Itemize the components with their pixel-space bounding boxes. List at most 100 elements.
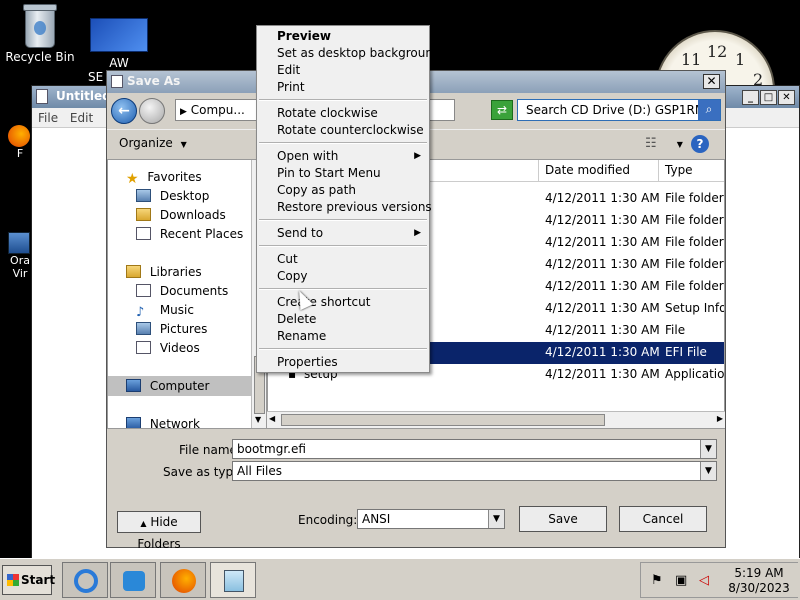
close-icon[interactable]: ✕ <box>778 90 795 105</box>
menu-item-rename[interactable]: Rename <box>277 329 326 343</box>
menu-item-copy-path[interactable]: Copy as path <box>277 183 356 197</box>
nav-scroll-down-icon[interactable]: ▼ <box>255 415 261 424</box>
scroll-left-icon[interactable]: ◀ <box>269 414 275 423</box>
nav-desktop[interactable]: Desktop <box>136 189 209 203</box>
star-icon: ★ <box>126 171 139 187</box>
nav-videos[interactable]: Videos <box>136 341 200 355</box>
notepad-icon <box>36 89 48 104</box>
aw-sublabel: SE <box>88 70 104 84</box>
menu-item-rotate-cw[interactable]: Rotate clockwise <box>277 106 378 120</box>
file-name-input[interactable]: bootmgr.efi ▼ <box>232 439 717 459</box>
menu-item-create-shortcut[interactable]: Create shortcut <box>277 295 370 309</box>
refresh-icon[interactable]: ⇄ <box>491 100 513 120</box>
firefox-desktop-icon[interactable]: F <box>8 125 32 160</box>
virtualbox-edge-label-2: Vir <box>12 267 28 280</box>
organize-label: Organize <box>119 136 173 150</box>
dialog-icon <box>111 75 123 88</box>
save-as-type-dropdown-icon[interactable]: ▼ <box>700 462 716 480</box>
row-type: File <box>665 323 686 337</box>
recent-places-icon <box>136 227 151 240</box>
menu-item-edit[interactable]: Edit <box>277 63 300 77</box>
menu-item-cut[interactable]: Cut <box>277 252 298 266</box>
action-center-flag-icon[interactable]: ⚑ <box>651 573 663 588</box>
firefox-icon <box>172 569 196 593</box>
menu-item-properties[interactable]: Properties <box>277 355 338 369</box>
nav-music-label: Music <box>159 303 194 317</box>
taskbar-media-player[interactable] <box>110 562 156 598</box>
menu-separator <box>259 219 427 221</box>
row-date: 4/12/2011 1:30 AM <box>545 235 660 249</box>
hide-folders-button[interactable]: ▲ Hide Folders <box>117 511 201 551</box>
aw-image-icon <box>90 18 148 52</box>
videos-icon <box>136 341 151 354</box>
file-name-dropdown-icon[interactable]: ▼ <box>700 440 716 458</box>
menu-item-print[interactable]: Print <box>277 80 305 94</box>
menu-item-send-to[interactable]: Send to <box>277 226 323 240</box>
taskbar-notepad[interactable] <box>210 562 256 598</box>
nav-pictures[interactable]: Pictures <box>136 322 207 336</box>
network-tray-icon[interactable]: ▣ <box>675 573 687 588</box>
nav-documents[interactable]: Documents <box>136 284 228 298</box>
nav-recent-places[interactable]: Recent Places <box>136 227 243 241</box>
submenu-arrow-icon: ▶ <box>414 228 421 238</box>
start-label: Start <box>21 573 56 587</box>
row-type: File folder <box>665 279 724 293</box>
start-button[interactable]: Start <box>2 565 56 595</box>
dialog-close-icon[interactable]: ✕ <box>703 74 720 89</box>
view-options-button[interactable]: ☷ ▼ <box>645 136 683 151</box>
menu-item-copy[interactable]: Copy <box>277 269 307 283</box>
nav-libraries[interactable]: Libraries <box>126 265 202 279</box>
search-icon[interactable]: ⌕ <box>698 100 720 120</box>
menu-item-pin-start[interactable]: Pin to Start Menu <box>277 166 381 180</box>
menu-item-open-with[interactable]: Open with <box>277 149 338 163</box>
hscroll-thumb[interactable] <box>281 414 605 426</box>
encoding-select[interactable]: ANSI ▼ <box>357 509 505 529</box>
menu-item-preview[interactable]: Preview <box>277 29 331 43</box>
recycle-bin-desktop-icon[interactable]: Recycle Bin <box>0 4 80 64</box>
nav-downloads[interactable]: Downloads <box>136 208 226 222</box>
nav-music[interactable]: ♪ Music <box>136 303 194 320</box>
back-arrow-icon[interactable]: ← <box>111 98 137 124</box>
virtualbox-desktop-icon[interactable]: Ora Vir <box>8 232 32 280</box>
menu-item-delete[interactable]: Delete <box>277 312 316 326</box>
volume-muted-icon[interactable]: ◁ <box>699 573 709 588</box>
maximize-icon[interactable]: □ <box>760 90 777 105</box>
col-date-modified-header[interactable]: Date modified <box>539 160 659 182</box>
cancel-button[interactable]: Cancel <box>619 506 707 532</box>
file-list-hscrollbar[interactable]: ◀ ▶ <box>267 411 725 428</box>
notepad-icon <box>224 570 244 592</box>
tray-date: 8/30/2023 <box>728 581 790 595</box>
encoding-dropdown-icon[interactable]: ▼ <box>488 510 504 528</box>
desktop-icon <box>136 189 151 202</box>
save-as-type-value: All Files <box>237 464 283 478</box>
save-as-type-select[interactable]: All Files ▼ <box>232 461 717 481</box>
nav-recent-places-label: Recent Places <box>159 227 244 241</box>
menu-item-restore-versions[interactable]: Restore previous versions <box>277 200 432 214</box>
col-type-header[interactable]: Type <box>659 160 724 182</box>
scroll-right-icon[interactable]: ▶ <box>717 414 723 423</box>
address-dropdown-icon[interactable]: ▶ <box>180 107 187 117</box>
save-button[interactable]: Save <box>519 506 607 532</box>
search-input[interactable]: Search CD Drive (D:) GSP1RM... ⌕ <box>517 99 721 121</box>
help-icon[interactable]: ? <box>691 135 709 153</box>
address-text: Compu... <box>190 103 245 117</box>
recycle-bin-icon <box>23 4 57 48</box>
forward-arrow-icon[interactable] <box>139 98 165 124</box>
organize-button[interactable]: Organize ▼ <box>119 136 187 150</box>
aw-desktop-icon[interactable]: AW <box>79 18 159 70</box>
minimize-icon[interactable]: _ <box>742 90 759 105</box>
nav-computer[interactable]: Computer <box>108 376 251 396</box>
context-menu: Preview Set as desktop background Edit P… <box>256 25 441 373</box>
libraries-icon <box>126 265 141 278</box>
nav-favorites[interactable]: ★ Favorites <box>126 170 202 187</box>
virtualbox-edge-label-1: Ora <box>10 254 30 267</box>
menu-file[interactable]: File <box>38 111 58 125</box>
taskbar-firefox[interactable] <box>160 562 206 598</box>
tray-clock[interactable]: 5:19 AM 8/30/2023 <box>727 566 791 596</box>
menu-edit[interactable]: Edit <box>70 111 93 125</box>
row-type: File folder <box>665 191 724 205</box>
menu-item-set-background[interactable]: Set as desktop background <box>277 46 441 60</box>
taskbar-ie[interactable] <box>62 562 108 598</box>
nav-network[interactable]: Network <box>126 417 200 428</box>
menu-item-rotate-ccw[interactable]: Rotate counterclockwise <box>277 123 424 137</box>
